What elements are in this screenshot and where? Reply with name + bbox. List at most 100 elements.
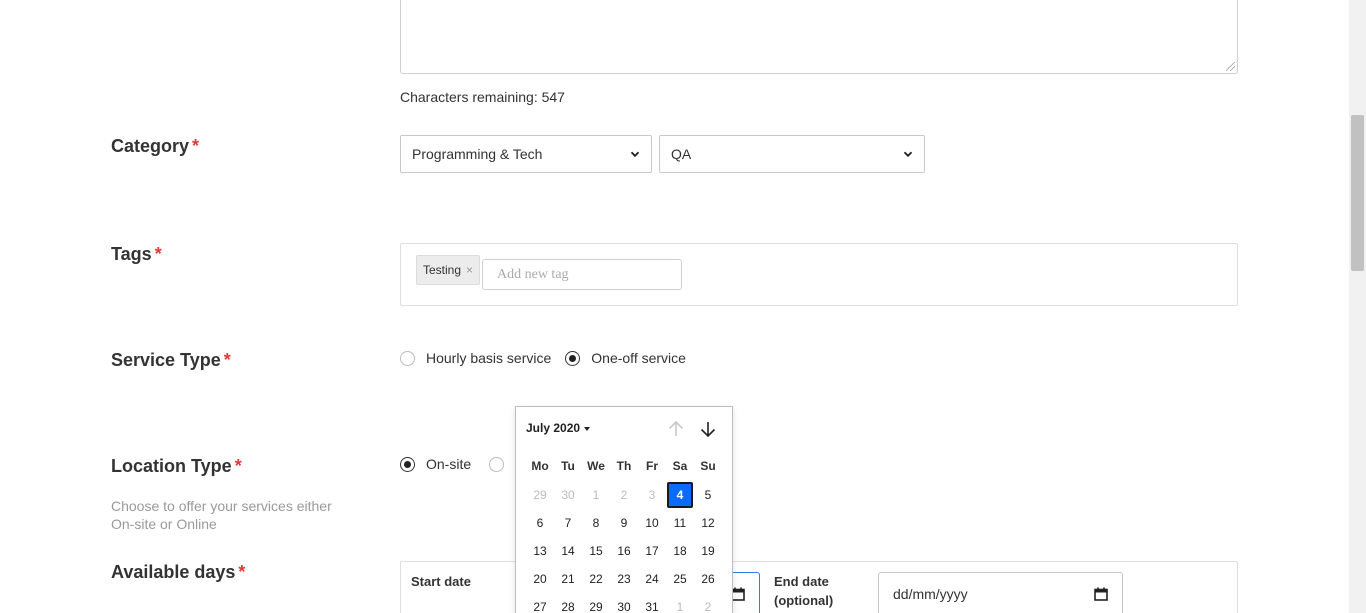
weekday-label: Sa (672, 459, 688, 473)
end-date-placeholder: dd/mm/yyyy (893, 586, 968, 602)
on-site-label[interactable]: On-site (426, 456, 471, 472)
calendar-day-number: 19 (701, 544, 715, 558)
description-textarea[interactable] (400, 0, 1238, 74)
calendar-day[interactable]: 30 (610, 593, 638, 613)
available-days-label: Available days * (111, 562, 245, 583)
calendar-day[interactable]: 14 (554, 537, 582, 565)
hourly-service-radio[interactable] (400, 350, 415, 366)
calendar-day-number: 9 (620, 516, 628, 530)
calendar-day-number: 14 (561, 544, 575, 558)
calendar-day[interactable]: 1 (582, 481, 610, 509)
arrow-up-icon[interactable] (666, 419, 686, 439)
weekday-label: Tu (561, 459, 575, 473)
calendar-day-number: 2 (620, 488, 628, 502)
chevron-down-icon (630, 151, 640, 158)
calendar-icon[interactable] (731, 587, 745, 601)
calendar-day[interactable]: 31 (638, 593, 666, 613)
calendar-day[interactable]: 6 (526, 509, 554, 537)
calendar-day-number: 17 (645, 544, 659, 558)
scrollbar-thumb[interactable] (1351, 115, 1364, 271)
calendar-day[interactable]: 1 (666, 593, 694, 613)
calendar-day-number: 2 (704, 600, 712, 613)
resize-handle[interactable] (1226, 62, 1235, 71)
category-select-value: Programming & Tech (412, 146, 543, 162)
service-form-page: Characters remaining: 547 Category * Prog… (0, 0, 1366, 613)
calendar-day[interactable]: 11 (666, 509, 694, 537)
end-date-label: End date (optional) (774, 574, 834, 608)
calendar-day[interactable]: 16 (610, 537, 638, 565)
subcategory-select[interactable]: QA (659, 135, 925, 173)
calendar-day[interactable]: 10 (638, 509, 666, 537)
calendar-icon[interactable] (1094, 587, 1108, 601)
on-site-radio[interactable] (400, 456, 415, 472)
calendar-day[interactable]: 27 (526, 593, 554, 613)
calendar-day[interactable]: 21 (554, 565, 582, 593)
calendar-day[interactable]: 5 (694, 481, 722, 509)
calendar-day-selected[interactable]: 4 (666, 481, 694, 509)
calendar-day-number: 24 (645, 572, 659, 586)
calendar-day[interactable]: 7 (554, 509, 582, 537)
tags-field[interactable]: Testing × (400, 243, 1238, 306)
calendar-day-number: 10 (645, 516, 659, 530)
calendar-week-row: 27 28 29 30 31 1 2 (526, 593, 722, 613)
calendar-day-number: 20 (533, 572, 547, 586)
calendar-day[interactable]: 18 (666, 537, 694, 565)
calendar-day-number: 4 (667, 482, 693, 508)
required-mark: * (192, 136, 200, 156)
subcategory-select-value: QA (671, 146, 692, 162)
chevron-down-icon (903, 151, 913, 158)
calendar-day[interactable]: 9 (610, 509, 638, 537)
location-type-label: Location Type * (111, 456, 242, 477)
calendar-day[interactable]: 2 (610, 481, 638, 509)
calendar-day[interactable]: 8 (582, 509, 610, 537)
page-scrollbar[interactable] (1349, 0, 1366, 613)
service-type-options: Hourly basis service One-off service (400, 350, 700, 366)
end-date-input[interactable]: dd/mm/yyyy (878, 572, 1123, 613)
calendar-day[interactable]: 24 (638, 565, 666, 593)
calendar-day-number: 22 (589, 572, 603, 586)
weekday-label: Su (700, 459, 716, 473)
category-label: Category * (111, 136, 199, 157)
calendar-day-number: 31 (645, 600, 659, 613)
one-off-service-radio[interactable] (565, 350, 581, 366)
calendar-day[interactable]: 29 (582, 593, 610, 613)
month-year-selector[interactable]: July 2020 (526, 421, 591, 435)
calendar-day[interactable]: 3 (638, 481, 666, 509)
calendar-day-number: 26 (701, 572, 715, 586)
hourly-service-label[interactable]: Hourly basis service (426, 350, 551, 366)
calendar-day-number: 5 (704, 488, 712, 502)
calendar-day[interactable]: 15 (582, 537, 610, 565)
calendar-day-number: 12 (701, 516, 715, 530)
calendar-day[interactable]: 25 (666, 565, 694, 593)
calendar-day-number: 21 (561, 572, 575, 586)
calendar-day-number: 15 (589, 544, 603, 558)
calendar-day-number: 30 (561, 488, 575, 502)
add-tag-input[interactable] (482, 259, 682, 290)
arrow-down-icon[interactable] (698, 419, 718, 439)
calendar-day[interactable]: 17 (638, 537, 666, 565)
calendar-day-number: 30 (617, 600, 631, 613)
tags-label-text: Tags (111, 244, 152, 264)
category-select[interactable]: Programming & Tech (400, 135, 652, 173)
location-type-label-text: Location Type (111, 456, 232, 476)
online-radio[interactable] (489, 456, 505, 472)
calendar-day[interactable]: 26 (694, 565, 722, 593)
calendar-week-row: 20 21 22 23 24 25 26 (526, 565, 722, 593)
calendar-day[interactable]: 2 (694, 593, 722, 613)
calendar-day[interactable]: 23 (610, 565, 638, 593)
calendar-day[interactable]: 28 (554, 593, 582, 613)
one-off-service-label[interactable]: One-off service (591, 350, 686, 366)
calendar-day[interactable]: 22 (582, 565, 610, 593)
calendar-day[interactable]: 20 (526, 565, 554, 593)
calendar-day[interactable]: 13 (526, 537, 554, 565)
calendar-day[interactable]: 12 (694, 509, 722, 537)
calendar-day-number: 27 (533, 600, 547, 613)
calendar-day-number: 16 (617, 544, 631, 558)
start-date-label: Start date (411, 574, 471, 589)
location-type-help: Choose to offer your services either On-… (111, 498, 332, 532)
calendar-day[interactable]: 29 (526, 481, 554, 509)
calendar-day[interactable]: 30 (554, 481, 582, 509)
calendar-day[interactable]: 19 (694, 537, 722, 565)
calendar-day-number: 23 (617, 572, 631, 586)
tag-remove-icon[interactable]: × (466, 263, 473, 277)
